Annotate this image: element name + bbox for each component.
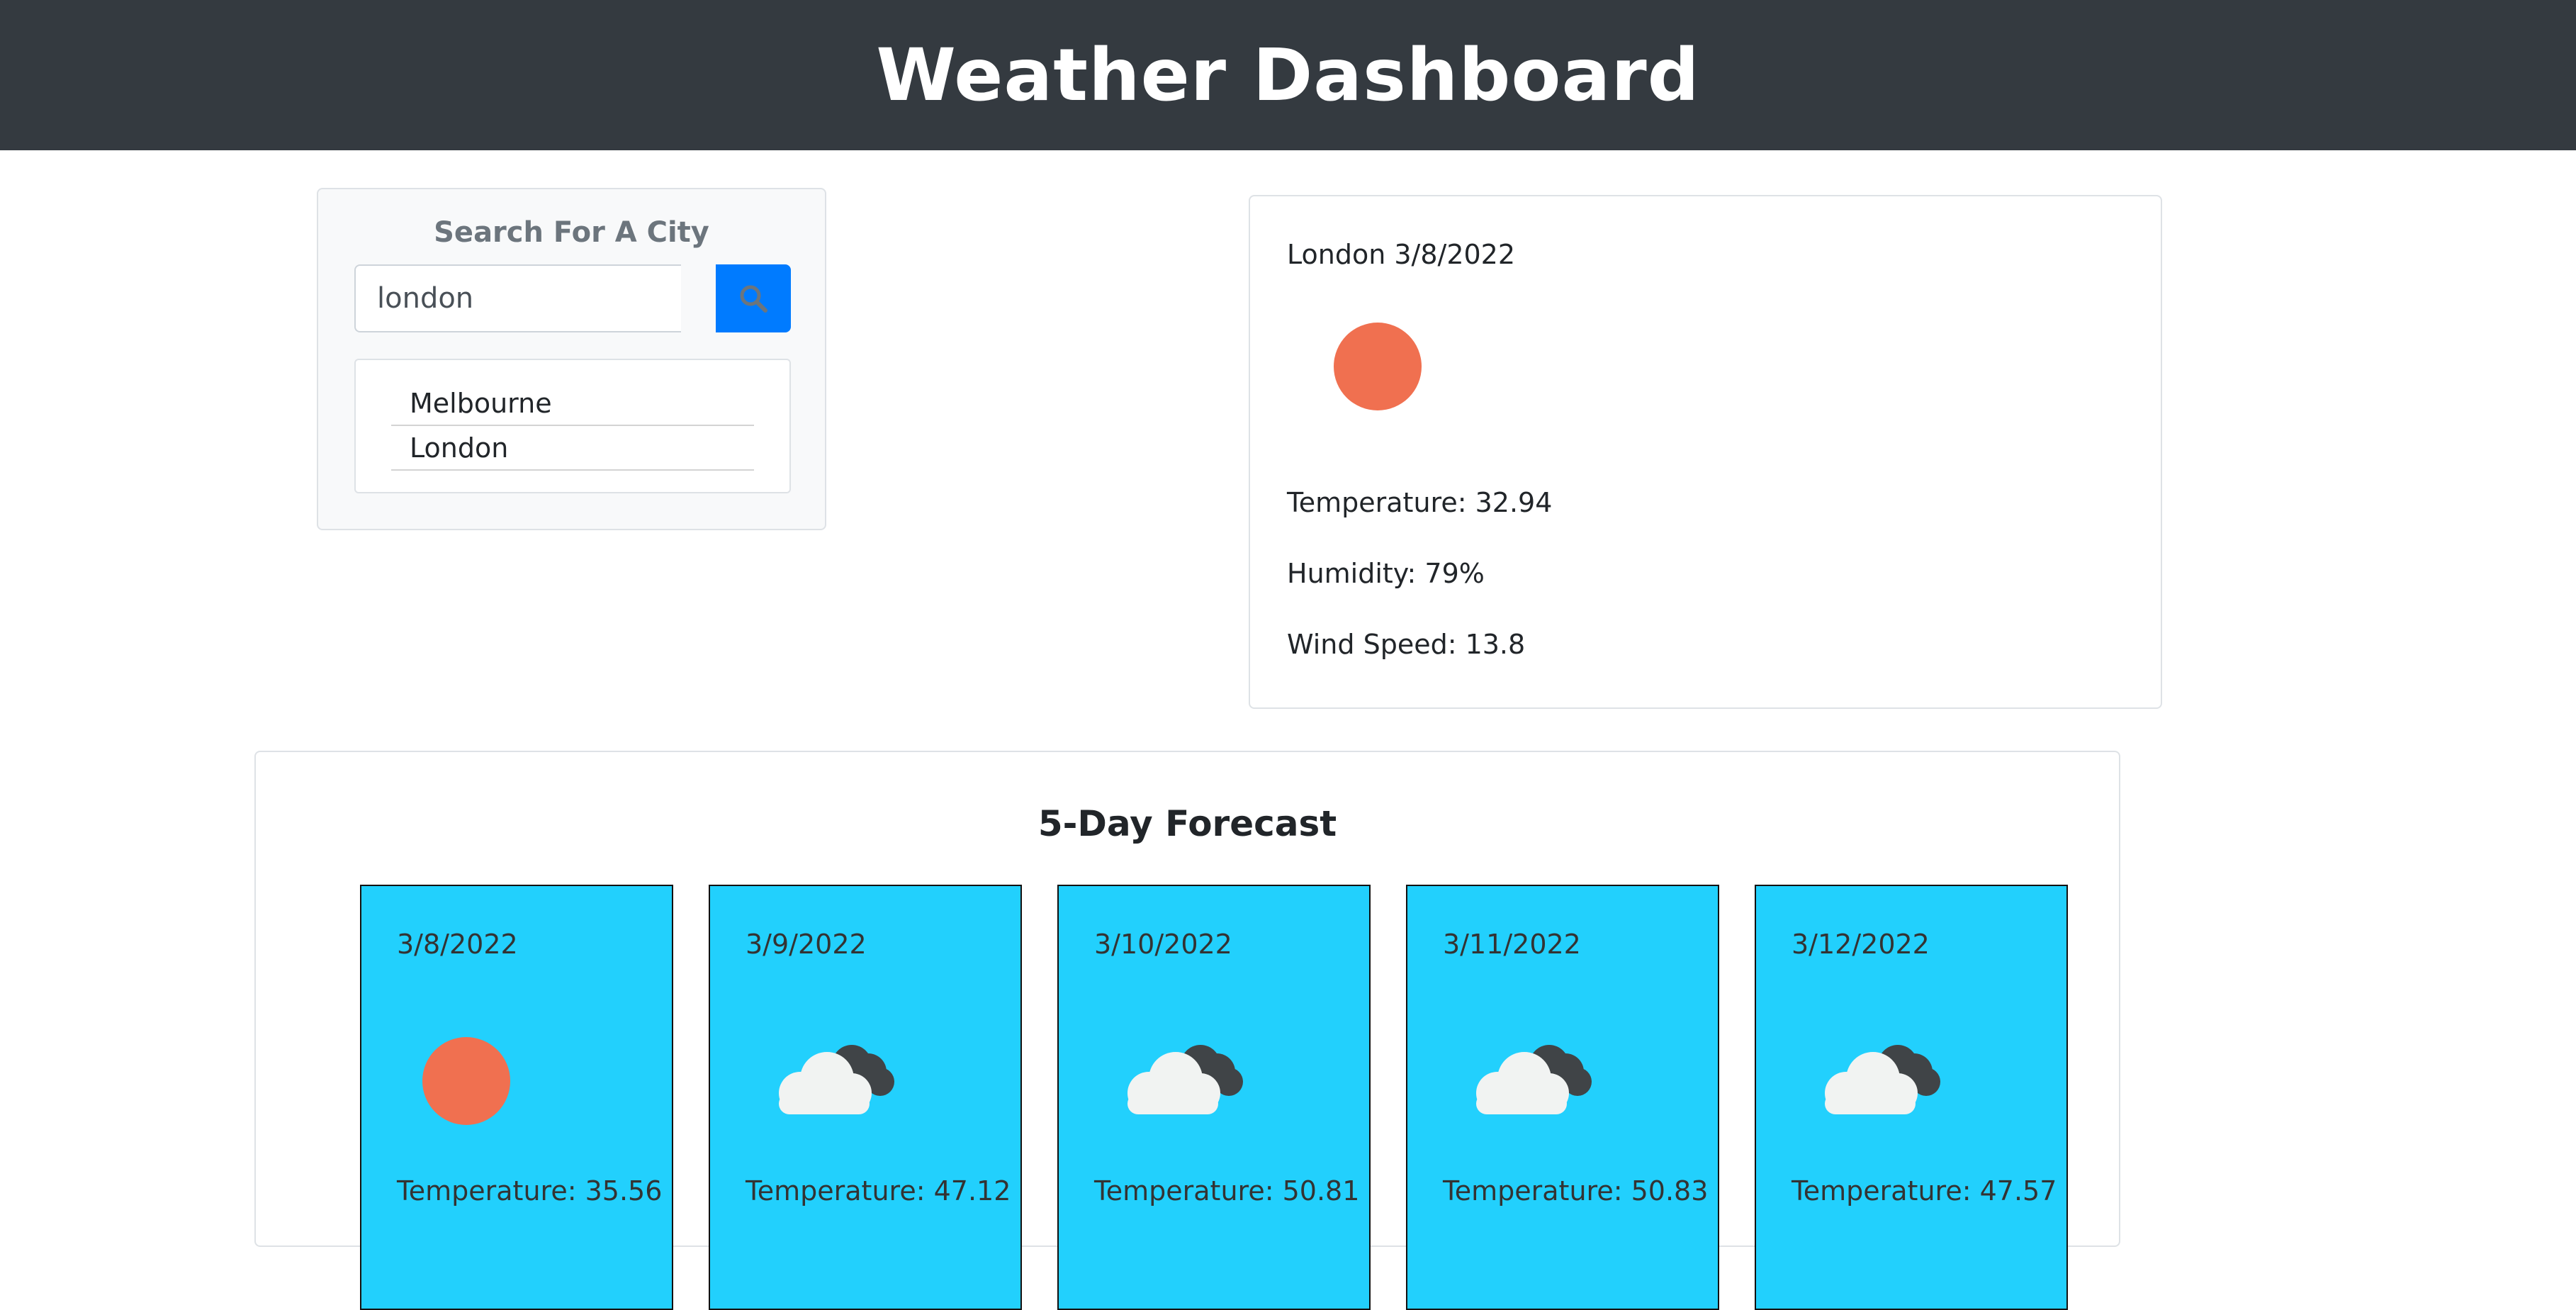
current-wind-speed: Wind Speed: 13.8 (1287, 629, 1526, 660)
app-header: Weather Dashboard (0, 0, 2576, 150)
forecast-temperature: Temperature: 35.56 (397, 1175, 663, 1207)
forecast-card-day-4: 3/11/2022 Temperature: 50.83 (1406, 885, 1719, 1310)
forecast-card-day-5: 3/12/2022 Temperature: 47.57 (1755, 885, 2068, 1310)
current-city-date: London 3/8/2022 (1287, 239, 1516, 270)
sun-icon (1332, 320, 1424, 415)
current-humidity: Humidity: 79% (1287, 558, 1485, 589)
current-weather-card: London 3/8/2022 Temperature: 32.94 Humid… (1249, 195, 2162, 709)
forecast-temperature: Temperature: 50.81 (1094, 1175, 1360, 1207)
forecast-date: 3/11/2022 (1443, 929, 1581, 960)
sun-icon (422, 1035, 528, 1130)
search-history-list: Melbourne London (354, 359, 791, 493)
forecast-card-day-3: 3/10/2022 Temperature: 50.81 (1057, 885, 1371, 1310)
cloud-icon (1468, 1035, 1595, 1123)
forecast-panel: 5-Day Forecast 3/8/2022 Temperature: 35.… (254, 751, 2120, 1310)
forecast-temperature: Temperature: 50.83 (1443, 1175, 1709, 1207)
cloud-icon (770, 1035, 898, 1123)
page-title: Weather Dashboard (876, 33, 1700, 118)
forecast-date: 3/8/2022 (397, 929, 518, 960)
forecast-title: 5-Day Forecast (1037, 803, 1337, 844)
search-title: Search For A City (434, 216, 709, 249)
forecast-temperature: Temperature: 47.12 (746, 1175, 1011, 1207)
forecast-card-day-1: 3/8/2022 Temperature: 35.56 (360, 885, 673, 1310)
forecast-card-day-2: 3/9/2022 Temperature: 47.12 (709, 885, 1022, 1310)
cloud-icon (1816, 1035, 1944, 1123)
city-search-input[interactable] (354, 264, 681, 332)
search-button[interactable] (716, 264, 791, 332)
forecast-date: 3/9/2022 (746, 929, 867, 960)
forecast-date: 3/10/2022 (1094, 929, 1232, 960)
search-panel: Search For A City Melbourne London (317, 188, 826, 530)
forecast-date: 3/12/2022 (1792, 929, 1930, 960)
forecast-temperature: Temperature: 47.57 (1792, 1175, 2057, 1207)
search-icon (740, 285, 767, 313)
history-item-london[interactable]: London (391, 428, 754, 471)
cloud-icon (1119, 1035, 1247, 1123)
current-temperature: Temperature: 32.94 (1287, 487, 1553, 518)
history-item-melbourne[interactable]: Melbourne (391, 384, 754, 426)
